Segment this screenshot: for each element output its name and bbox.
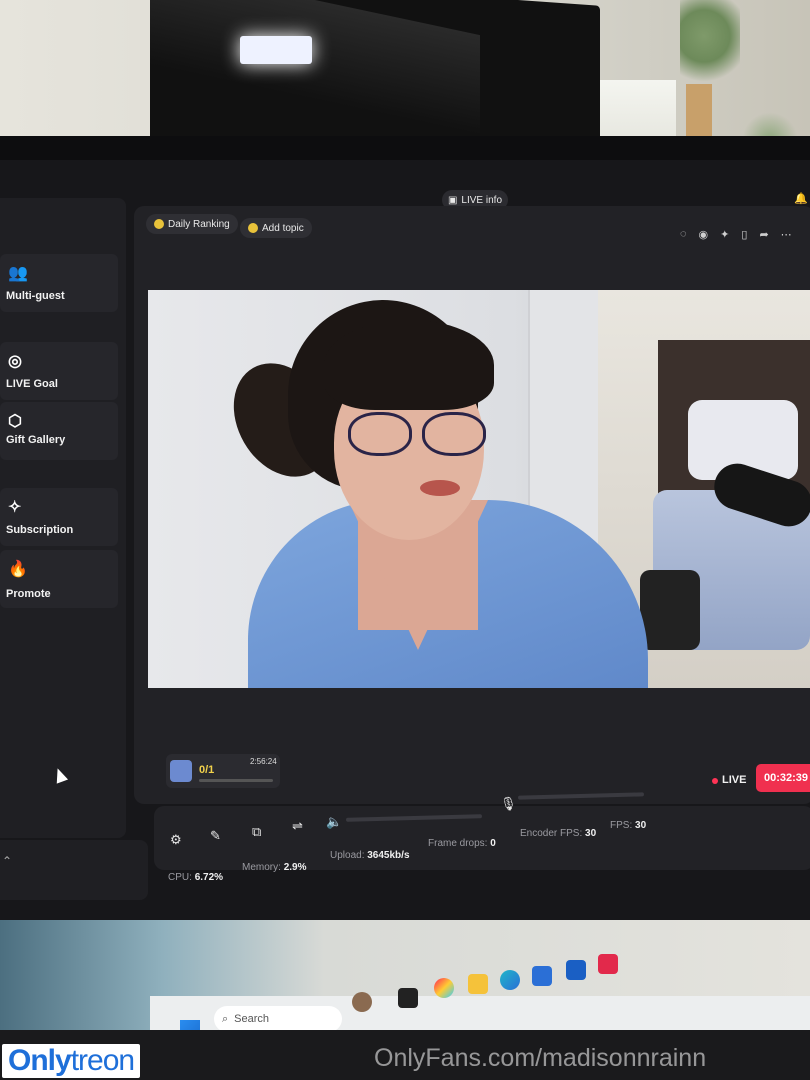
more-icon[interactable]: ⋯ bbox=[781, 228, 792, 241]
watermark-text: treon bbox=[70, 1044, 135, 1077]
sidebar-item-label: Promote bbox=[6, 588, 51, 600]
encoder-fps-stat: Encoder FPS: 30 bbox=[520, 828, 597, 839]
onlytreon-watermark: Only treon bbox=[2, 1044, 141, 1078]
record-icon[interactable]: ◉ bbox=[699, 228, 709, 241]
microphone-icon[interactable]: 🎙 bbox=[500, 796, 517, 812]
plant bbox=[680, 0, 740, 90]
goal-widget[interactable]: 0/1 2:56:24 bbox=[166, 754, 280, 788]
live-info-label: LIVE info bbox=[461, 194, 503, 206]
sidebar-item-gift-gallery[interactable]: ⬡ Gift Gallery bbox=[0, 402, 118, 460]
share-icon[interactable]: ➦ bbox=[759, 228, 768, 241]
search-placeholder: Search bbox=[234, 1013, 270, 1025]
sidebar-item-subscription[interactable]: ✧ Subscription bbox=[0, 488, 118, 546]
ranking-icon bbox=[154, 219, 164, 229]
video-bangs bbox=[324, 320, 494, 410]
sidebar-item-promote[interactable]: 🔥 Promote bbox=[0, 550, 118, 608]
people-icon: 👥 bbox=[8, 265, 28, 282]
sidebar-item-label: Subscription bbox=[6, 524, 74, 536]
taskbar-app-icon[interactable] bbox=[398, 988, 418, 1008]
chevron-up-icon: ⌃ bbox=[2, 854, 13, 868]
sidebar-item-live-goal[interactable]: ◎ LIVE Goal bbox=[0, 342, 118, 400]
fps-stat: FPS: 30 bbox=[610, 820, 647, 831]
daily-ranking-chip[interactable]: Daily Ranking bbox=[146, 214, 238, 234]
upload-stat: Upload: 3645kb/s bbox=[330, 850, 410, 861]
outlook-icon[interactable] bbox=[566, 960, 586, 980]
file-explorer-icon[interactable] bbox=[468, 974, 488, 994]
add-topic-label: Add topic bbox=[262, 222, 304, 234]
sidebar: 👥 Multi-guest ◎ LIVE Goal ⬡ Gift Gallery… bbox=[0, 198, 126, 838]
tv-light bbox=[240, 36, 312, 64]
cpu-stat: CPU: 6.72% bbox=[168, 872, 224, 883]
search-icon: ⌕ bbox=[222, 1012, 229, 1025]
star-icon: ✧ bbox=[8, 499, 22, 516]
onlyfans-watermark: OnlyFans.com/madisonnrainn bbox=[374, 1044, 707, 1072]
goal-time: 2:56:24 bbox=[250, 757, 277, 766]
memory-stat: Memory: 2.9% bbox=[242, 862, 307, 873]
taskbar-app-icon[interactable] bbox=[352, 992, 372, 1012]
bell-icon[interactable]: 🔔 bbox=[794, 192, 808, 205]
sparkle-icon[interactable]: ✦ bbox=[720, 228, 729, 241]
live-indicator-dot bbox=[712, 778, 718, 784]
phone-icon[interactable]: ▯ bbox=[741, 228, 747, 241]
video-glasses bbox=[348, 412, 488, 456]
sidebar-collapse[interactable]: ⌃ bbox=[0, 840, 148, 900]
goal-progress-bar bbox=[199, 779, 273, 782]
watermark-text: Only bbox=[8, 1044, 72, 1077]
video-lips bbox=[420, 480, 460, 496]
flame-icon: 🔥 bbox=[8, 561, 28, 578]
sidebar-item-label: Multi-guest bbox=[6, 290, 65, 302]
live-timer-button[interactable]: 00:32:39 bbox=[756, 764, 810, 792]
tiktok-icon[interactable] bbox=[598, 954, 618, 974]
sidebar-item-label: LIVE Goal bbox=[6, 378, 58, 390]
sidebar-item-label: Gift Gallery bbox=[6, 434, 66, 446]
toolbar: ◌ ◉ ✦ ▯ ➦ ⋯ bbox=[680, 228, 792, 241]
target-icon: ◎ bbox=[8, 353, 22, 370]
copilot-icon[interactable] bbox=[434, 978, 454, 998]
add-topic-chip[interactable]: Add topic bbox=[240, 218, 312, 238]
edge-icon[interactable] bbox=[500, 970, 520, 990]
goal-thumbnail bbox=[170, 760, 192, 782]
info-icon: ▣ bbox=[447, 194, 458, 206]
live-label: LIVE bbox=[722, 774, 747, 786]
frame-drops-stat: Frame drops: 0 bbox=[428, 838, 496, 849]
store-icon[interactable] bbox=[532, 966, 552, 986]
goal-count: 0/1 bbox=[199, 764, 215, 776]
taskbar-search[interactable]: ⌕ Search bbox=[214, 1006, 342, 1032]
topic-icon bbox=[248, 223, 258, 233]
live-timer: 00:32:39 bbox=[763, 772, 809, 784]
video-phone bbox=[640, 570, 700, 650]
gift-icon: ⬡ bbox=[8, 413, 22, 430]
sidebar-item-multi-guest[interactable]: 👥 Multi-guest bbox=[0, 254, 118, 312]
stats-bar: CPU: 6.72% Memory: 2.9% Upload: 3645kb/s… bbox=[156, 820, 810, 896]
lightbulb-icon[interactable]: ◌ bbox=[680, 228, 687, 241]
daily-ranking-label: Daily Ranking bbox=[168, 218, 230, 230]
video-preview bbox=[148, 290, 810, 688]
